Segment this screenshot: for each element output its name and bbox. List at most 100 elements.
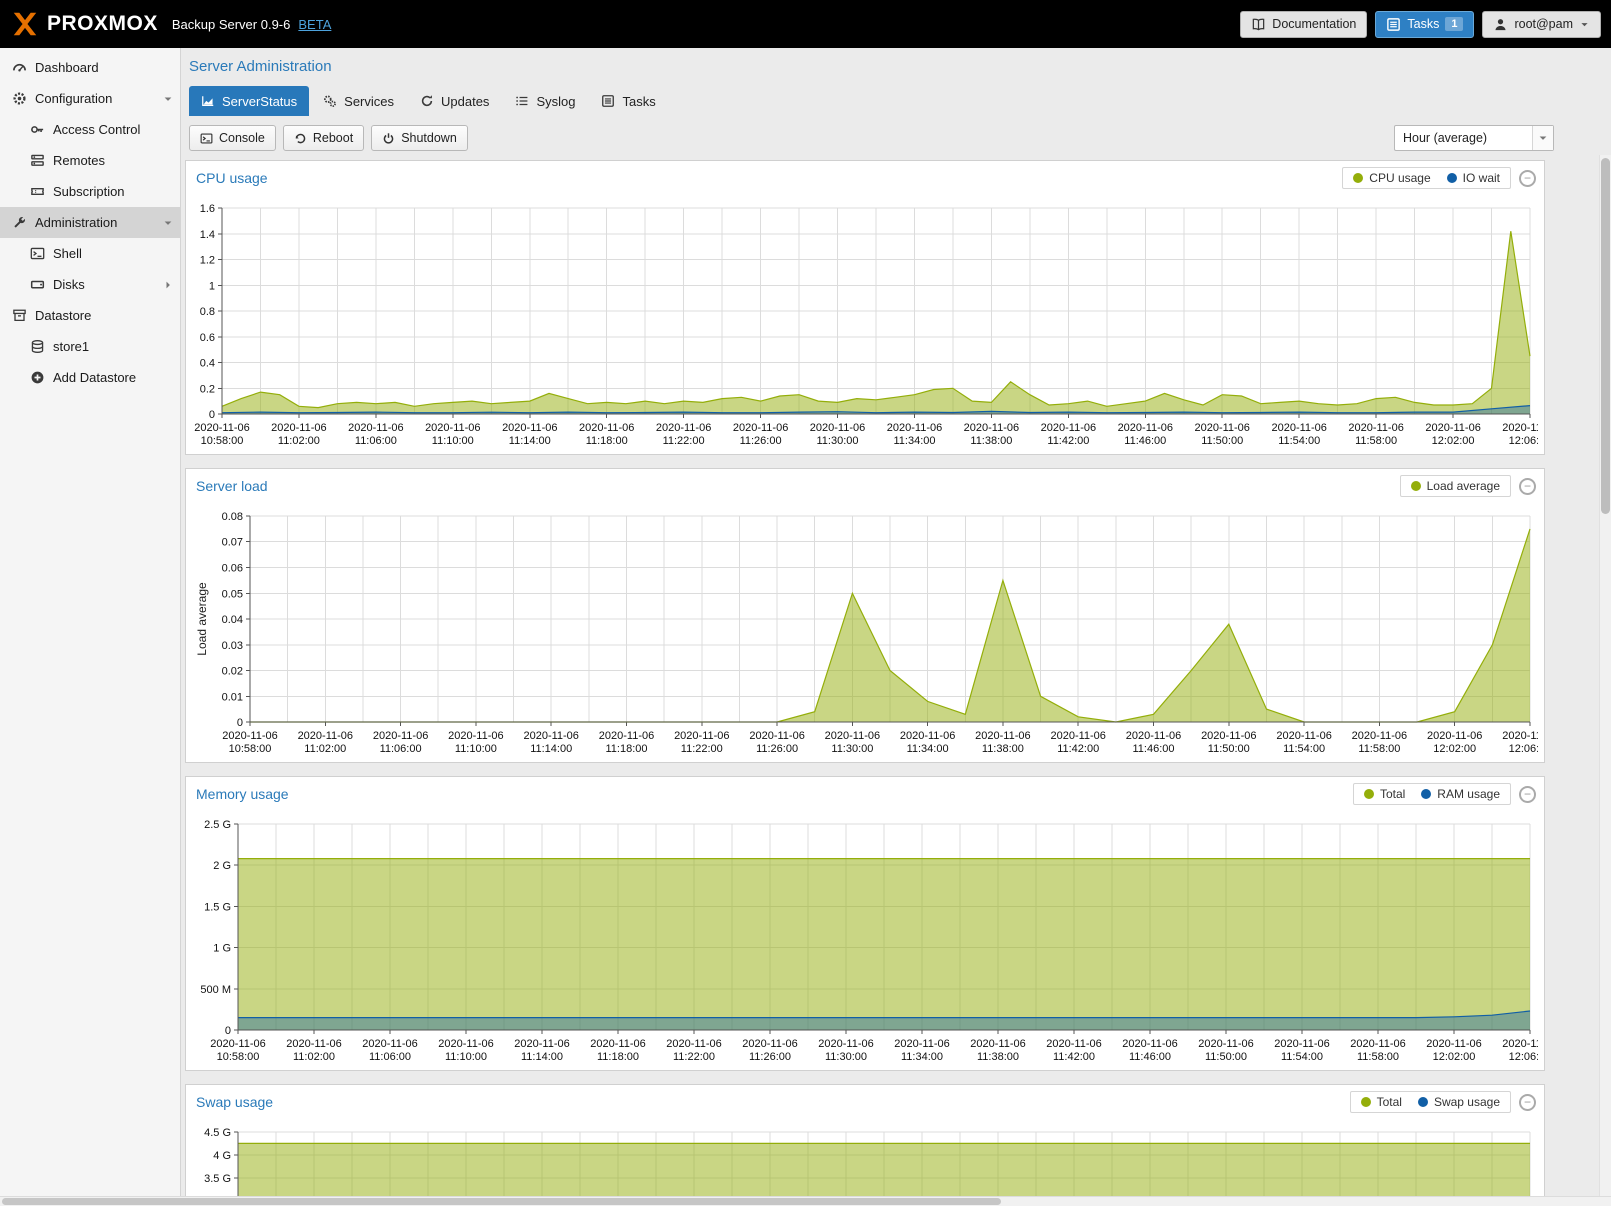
sidebar-item-label: Disks: [53, 277, 85, 292]
svg-text:2020-11-06: 2020-11-06: [438, 1038, 493, 1050]
svg-text:2020-11-06: 2020-11-06: [271, 422, 326, 434]
series-color-dot: [1418, 1097, 1428, 1107]
caret-down-icon[interactable]: [162, 217, 174, 229]
console-button[interactable]: Console: [189, 125, 276, 151]
sidebar-item-label: store1: [53, 339, 89, 354]
svg-text:2020-11-06: 2020-11-06: [1502, 730, 1538, 742]
legend-item[interactable]: Total: [1361, 1095, 1402, 1109]
svg-text:11:50:00: 11:50:00: [1208, 743, 1250, 755]
shutdown-button[interactable]: Shutdown: [371, 125, 468, 151]
toolbar: Console Reboot Shutdown Hour (average): [189, 124, 1554, 152]
svg-text:0.07: 0.07: [222, 537, 243, 549]
sidebar-item-store1[interactable]: store1: [0, 331, 180, 362]
svg-text:11:38:00: 11:38:00: [977, 1051, 1019, 1063]
sidebar-item-label: Datastore: [35, 308, 91, 323]
horizontal-scrollbar[interactable]: [0, 1196, 1611, 1206]
area-chart-icon: [201, 94, 215, 108]
legend-item[interactable]: Load average: [1411, 479, 1500, 493]
svg-text:10:58:00: 10:58:00: [229, 743, 272, 755]
tasklist-icon: [1386, 17, 1401, 32]
tab-syslog[interactable]: Syslog: [503, 86, 587, 116]
svg-text:3.5 G: 3.5 G: [204, 1173, 231, 1185]
svg-text:2020-11-06: 2020-11-06: [970, 1038, 1025, 1050]
svg-text:Load average: Load average: [195, 582, 209, 656]
svg-text:2020-11-06: 2020-11-06: [742, 1038, 797, 1050]
wrench-icon: [12, 215, 27, 230]
sidebar-item-subscription[interactable]: Subscription: [0, 176, 180, 207]
horizontal-scrollbar-thumb[interactable]: [2, 1198, 1001, 1205]
svg-text:11:46:00: 11:46:00: [1129, 1051, 1171, 1063]
tab-updates[interactable]: Updates: [408, 86, 501, 116]
svg-text:12:06:00: 12:06:00: [1509, 743, 1538, 755]
svg-text:2020-11-06: 2020-11-06: [514, 1038, 569, 1050]
proxmox-logo-icon: [10, 9, 40, 39]
svg-text:2020-11-06: 2020-11-06: [810, 422, 865, 434]
sidebar-item-shell[interactable]: Shell: [0, 238, 180, 269]
svg-text:2020-11-06: 2020-11-06: [825, 730, 880, 742]
tab-bar: ServerStatus Services Updates Syslog Tas…: [189, 86, 1611, 116]
period-select[interactable]: Hour (average): [1394, 125, 1554, 151]
svg-text:11:30:00: 11:30:00: [825, 1051, 867, 1063]
server-load-chart: 00.010.020.030.040.050.060.070.082020-11…: [192, 506, 1538, 756]
svg-text:2020-11-06: 2020-11-06: [964, 422, 1019, 434]
sidebar-item-label: Administration: [35, 215, 117, 230]
tab-tasks[interactable]: Tasks: [589, 86, 667, 116]
svg-text:2020-11-06: 2020-11-06: [1126, 730, 1181, 742]
svg-text:2020-11-06: 2020-11-06: [1122, 1038, 1177, 1050]
caret-right-icon[interactable]: [162, 279, 174, 291]
reboot-button[interactable]: Reboot: [283, 125, 364, 151]
collapse-tool-icon[interactable]: −: [1519, 478, 1536, 495]
sidebar-item-add-datastore[interactable]: Add Datastore: [0, 362, 180, 393]
collapse-tool-icon[interactable]: −: [1519, 1094, 1536, 1111]
select-trigger[interactable]: [1532, 126, 1553, 150]
svg-text:2 G: 2 G: [213, 860, 231, 872]
svg-text:1.6: 1.6: [200, 203, 215, 215]
sidebar-item-configuration[interactable]: Configuration: [0, 83, 180, 114]
svg-text:2020-11-06: 2020-11-06: [1352, 730, 1407, 742]
beta-link[interactable]: BETA: [298, 17, 331, 32]
svg-text:10:58:00: 10:58:00: [201, 435, 244, 447]
legend-item[interactable]: CPU usage: [1353, 171, 1430, 185]
user-menu-button[interactable]: root@pam: [1482, 11, 1601, 38]
collapse-tool-icon[interactable]: −: [1519, 786, 1536, 803]
svg-text:2020-11-06: 2020-11-06: [1427, 730, 1482, 742]
svg-text:11:10:00: 11:10:00: [445, 1051, 487, 1063]
svg-text:2020-11-06: 2020-11-06: [448, 730, 503, 742]
svg-text:12:02:00: 12:02:00: [1433, 743, 1476, 755]
svg-text:4.5 G: 4.5 G: [204, 1127, 231, 1139]
svg-text:1 G: 1 G: [213, 943, 231, 955]
sidebar-item-access-control[interactable]: Access Control: [0, 114, 180, 145]
svg-text:11:26:00: 11:26:00: [740, 435, 782, 447]
svg-text:2020-11-06: 2020-11-06: [1046, 1038, 1101, 1050]
svg-text:11:10:00: 11:10:00: [432, 435, 474, 447]
svg-text:2020-11-06: 2020-11-06: [1271, 422, 1326, 434]
sidebar-item-remotes[interactable]: Remotes: [0, 145, 180, 176]
documentation-button[interactable]: Documentation: [1240, 11, 1367, 38]
svg-text:0.05: 0.05: [222, 588, 243, 600]
tasks-button[interactable]: Tasks 1: [1375, 11, 1474, 38]
caret-down-icon[interactable]: [162, 93, 174, 105]
vertical-scrollbar-thumb[interactable]: [1601, 158, 1610, 514]
collapse-tool-icon[interactable]: −: [1519, 170, 1536, 187]
server-icon: [30, 153, 45, 168]
tab-services[interactable]: Services: [311, 86, 406, 116]
panel-title: CPU usage: [196, 170, 268, 186]
sidebar-item-dashboard[interactable]: Dashboard: [0, 52, 180, 83]
legend-item[interactable]: IO wait: [1447, 171, 1500, 185]
sidebar-item-datastore[interactable]: Datastore: [0, 300, 180, 331]
svg-text:2020-11-06: 2020-11-06: [1426, 1038, 1481, 1050]
sidebar-item-disks[interactable]: Disks: [0, 269, 180, 300]
svg-text:11:34:00: 11:34:00: [893, 435, 935, 447]
legend-item[interactable]: RAM usage: [1421, 787, 1500, 801]
svg-text:2020-11-06: 2020-11-06: [1425, 422, 1480, 434]
svg-text:12:02:00: 12:02:00: [1432, 435, 1475, 447]
tab-serverstatus[interactable]: ServerStatus: [189, 86, 309, 116]
svg-text:11:14:00: 11:14:00: [521, 1051, 563, 1063]
legend-item[interactable]: Total: [1364, 787, 1405, 801]
chart-legend: CPU usage IO wait: [1342, 167, 1511, 189]
panel-title: Server load: [196, 478, 268, 494]
legend-item[interactable]: Swap usage: [1418, 1095, 1500, 1109]
series-color-dot: [1411, 481, 1421, 491]
sidebar-item-administration[interactable]: Administration: [0, 207, 180, 238]
vertical-scrollbar[interactable]: [1599, 155, 1611, 1196]
